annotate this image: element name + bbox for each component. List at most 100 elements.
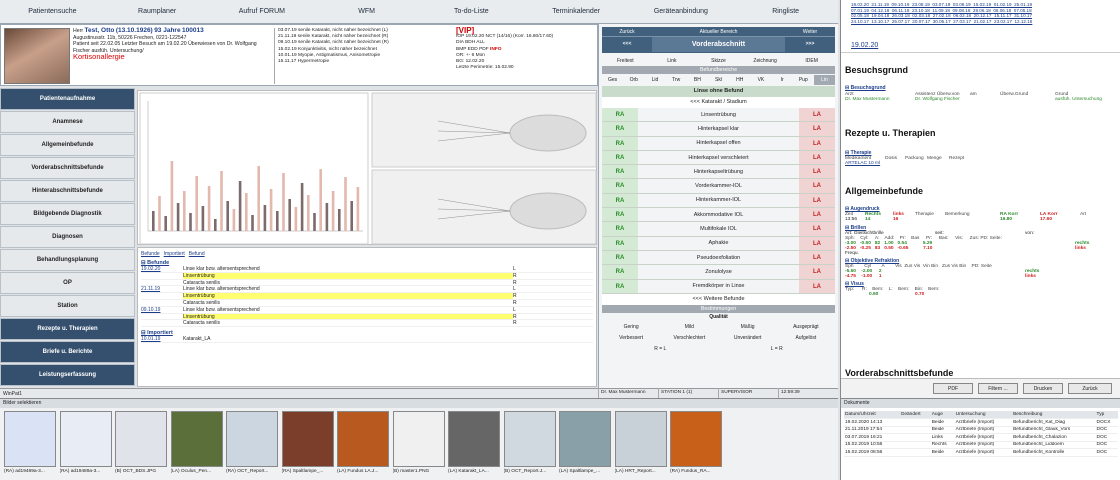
next-button[interactable]: Weiter <box>785 27 835 36</box>
ra-button[interactable]: RA <box>602 193 638 208</box>
row-date[interactable] <box>141 314 183 320</box>
quality-option[interactable]: Gering <box>602 322 660 333</box>
area-subtab[interactable]: Lin <box>813 75 836 85</box>
image-thumbnail[interactable]: (RA) Fundus_RA... <box>670 411 722 477</box>
la-button[interactable]: LA <box>799 136 835 150</box>
image-thumbnail[interactable]: (LA) Katarakt_LA... <box>448 411 500 477</box>
back-button[interactable]: Zurück <box>602 27 652 36</box>
image-thumbnail[interactable]: (LA) HRT_Report... <box>614 411 667 477</box>
row-date[interactable]: 21.11.19 <box>141 286 183 292</box>
finding-label[interactable]: Pseudoexfoliation <box>638 255 799 261</box>
sidebar-item[interactable]: Briefe u. Berichte <box>0 341 135 363</box>
la-button[interactable]: LA <box>799 179 835 193</box>
sidebar-item[interactable]: Leistungserfassung <box>0 364 135 386</box>
info-link[interactable]: INFO <box>490 47 501 52</box>
la-button[interactable]: LA <box>799 193 835 208</box>
change-option[interactable]: Unverändert <box>719 333 777 344</box>
image-thumbnail[interactable]: (B) OCT_BDS.JPG <box>115 411 167 477</box>
row-date[interactable] <box>141 293 183 299</box>
sidebar-item[interactable]: OP <box>0 272 135 294</box>
row-date[interactable]: 09.10.19 <box>141 307 183 313</box>
image-thumbnail[interactable]: (RA) OCT_Report... <box>226 411 278 477</box>
la-button[interactable]: LA <box>799 222 835 236</box>
finding-label[interactable]: Multifokale IOL <box>638 226 799 232</box>
finding-label[interactable]: Hinterkapsel verschleiert <box>638 155 799 161</box>
l-equals-r-button[interactable]: L = R <box>719 344 836 355</box>
doc-column-header[interactable]: Typ <box>1095 411 1118 419</box>
ra-button[interactable]: RA <box>602 165 638 179</box>
row-date[interactable]: 10.01.19 <box>141 336 183 342</box>
document-row[interactable]: 19.02.2020 14:13 Beide Arztbriefe (Import)… <box>844 418 1118 427</box>
nav-item[interactable]: Patientensuche <box>0 0 105 23</box>
row-date[interactable] <box>141 320 183 326</box>
next-area-button[interactable]: >>> <box>785 37 835 52</box>
finding-label[interactable]: Akkommodative IOL <box>638 212 799 218</box>
image-thumbnail[interactable]: (LA) Oculus_Pen... <box>170 411 223 477</box>
doc-column-header[interactable]: Geändert <box>899 411 931 419</box>
area-subtab[interactable]: VK <box>750 75 771 85</box>
tab-importiert[interactable]: Importiert <box>164 251 185 257</box>
finding-label[interactable]: Hinterkammer-IOL <box>638 197 799 203</box>
la-button[interactable]: LA <box>799 108 835 122</box>
area-subtab[interactable]: Orb <box>623 75 644 85</box>
row-date[interactable] <box>141 300 183 306</box>
doc-column-header[interactable]: Datum/Uhrzeit <box>844 411 900 419</box>
lens-no-findings-button[interactable]: Linse ohne Befund <box>602 86 835 97</box>
finding-label[interactable]: Hinterkapsel offen <box>638 140 799 146</box>
nav-item[interactable]: Terminkalender <box>524 0 629 23</box>
back-button[interactable]: Zurück <box>1068 383 1112 394</box>
document-row[interactable]: 21.11.2019 17:54 Beide Arztbriefe (Import)… <box>844 426 1118 434</box>
document-row[interactable]: 03.07.2019 16:21 Links Arztbriefe (Import)… <box>844 433 1118 442</box>
befund-tab[interactable]: Skizze <box>695 57 742 66</box>
medication-link[interactable]: ARTELAC 10 ml <box>845 161 1115 166</box>
change-option[interactable]: Verbessert <box>602 333 660 344</box>
finding-label[interactable]: Vorderkammer-IOL <box>638 183 799 189</box>
la-button[interactable]: LA <box>799 250 835 265</box>
nav-item[interactable]: WFM <box>314 0 419 23</box>
image-thumbnail[interactable]: (LA) Fundus LA.J... <box>337 411 389 477</box>
doc-column-header[interactable]: Auge <box>930 411 955 419</box>
image-thumbnail[interactable]: (B) OCT_Report.J... <box>503 411 556 477</box>
document-row[interactable]: 15.02.2019 08:56 Beide Arztbriefe (Import)… <box>844 448 1118 457</box>
doc-column-header[interactable]: Untersuchung <box>954 411 1013 419</box>
la-button[interactable]: LA <box>799 265 835 279</box>
visit-date-row[interactable]: 24.10.17 13.10.17 25.07.17 20.07.17 30.0… <box>851 19 1101 25</box>
finding-label[interactable]: Aphakie <box>638 240 799 246</box>
befund-tab[interactable]: Link <box>649 57 696 66</box>
current-visit-date[interactable]: 19.02.20 <box>851 42 878 49</box>
print-button[interactable]: Drucken <box>1023 383 1063 394</box>
nav-item[interactable]: Aufruf FORUM <box>210 0 315 23</box>
area-subtab[interactable]: Trw <box>666 75 687 85</box>
finding-label[interactable]: Linsentrübung <box>638 112 799 118</box>
la-button[interactable]: LA <box>799 150 835 165</box>
sidebar-item[interactable]: Hinterabschnittsbefunde <box>0 180 135 202</box>
la-button[interactable]: LA <box>799 208 835 222</box>
ra-button[interactable]: RA <box>602 279 638 293</box>
sidebar-item[interactable]: Anamnese <box>0 111 135 133</box>
area-subtab[interactable]: HH <box>729 75 750 85</box>
r-equals-l-button[interactable]: R = L <box>602 344 719 355</box>
ra-button[interactable]: RA <box>602 265 638 279</box>
area-subtab[interactable]: Ir <box>772 75 793 85</box>
row-date[interactable] <box>141 280 183 286</box>
image-thumbnail[interactable]: (B) master1.PNG <box>392 411 445 477</box>
image-thumbnail[interactable]: (RA) ad19489a-3... <box>4 411 56 477</box>
ra-button[interactable]: RA <box>602 250 638 265</box>
ra-button[interactable]: RA <box>602 222 638 236</box>
ra-button[interactable]: RA <box>602 108 638 122</box>
ra-button[interactable]: RA <box>602 208 638 222</box>
quality-option[interactable]: Mild <box>660 322 718 333</box>
more-findings-button[interactable]: <<< Weitere Befunde <box>602 293 835 305</box>
ra-button[interactable]: RA <box>602 122 638 136</box>
sidebar-item[interactable]: Station <box>0 295 135 317</box>
tab-befunde[interactable]: Befunde <box>141 251 160 257</box>
area-subtab[interactable]: Lid <box>644 75 665 85</box>
ra-button[interactable]: RA <box>602 179 638 193</box>
filter-button[interactable]: Filtern ... <box>978 383 1018 394</box>
nav-item[interactable]: Geräteanbindung <box>629 0 734 23</box>
doc-column-header[interactable]: Beschreibung <box>1012 411 1096 419</box>
befund-tab[interactable]: IDEM <box>788 57 835 66</box>
la-button[interactable]: LA <box>799 236 835 250</box>
change-option[interactable]: Aufgelöst <box>777 333 835 344</box>
la-button[interactable]: LA <box>799 122 835 136</box>
